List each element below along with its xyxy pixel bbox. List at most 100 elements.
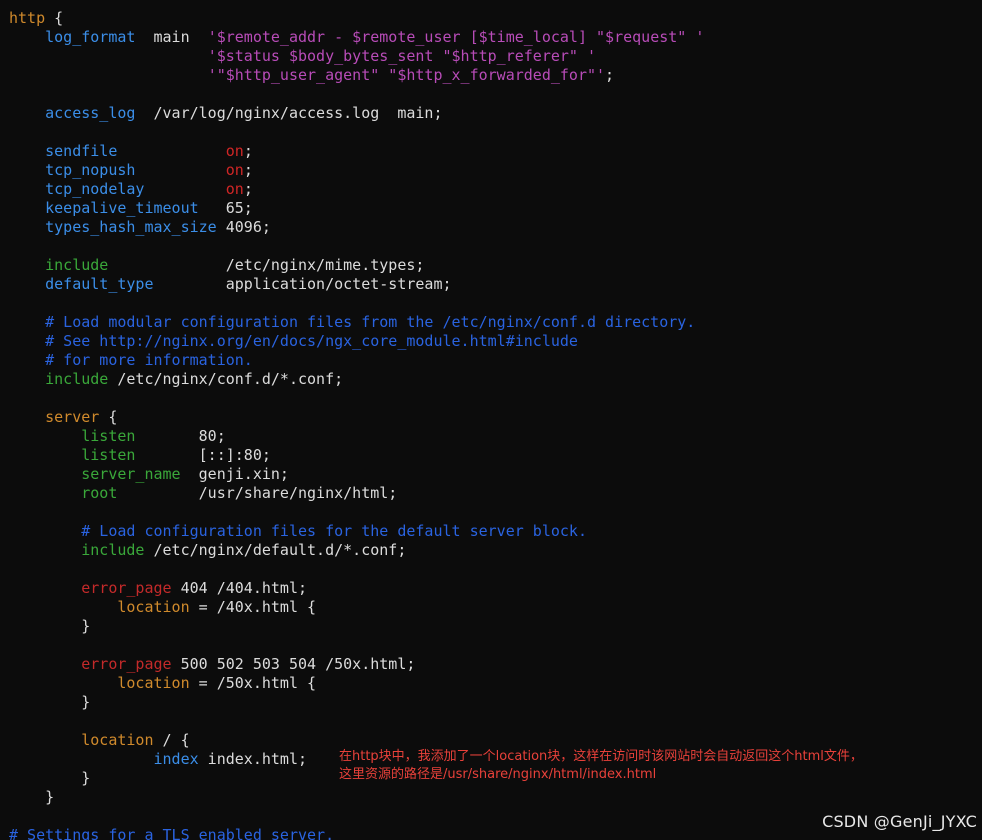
code-line: server_name genji.xin;: [9, 465, 704, 484]
code-line: # See http://nginx.org/en/docs/ngx_core_…: [9, 332, 704, 351]
code-line: root /usr/share/nginx/html;: [9, 484, 704, 503]
code-token: application/octet-stream;: [153, 275, 452, 293]
terminal-window: http { log_format main '$remote_addr - $…: [0, 0, 982, 840]
code-token: /var/log/nginx/access.log main;: [135, 104, 443, 122]
code-line: include /etc/nginx/default.d/*.conf;: [9, 541, 704, 560]
code-token: ;: [243, 180, 253, 198]
code-token: on: [225, 161, 244, 179]
code-token: include: [81, 541, 145, 559]
code-token: ;: [243, 161, 253, 179]
code-token: location: [117, 674, 190, 692]
code-line: keepalive_timeout 65;: [9, 199, 704, 218]
code-token: /etc/nginx/default.d/*.conf;: [144, 541, 407, 559]
code-token: access_log: [45, 104, 136, 122]
code-token: '$status $body_bytes_sent "$http_referer…: [207, 47, 597, 65]
code-token: 404 /404.html;: [171, 579, 308, 597]
code-token: '"$http_user_agent" "$http_x_forwarded_f…: [207, 66, 606, 84]
code-line: http {: [9, 9, 704, 28]
code-line: log_format main '$remote_addr - $remote_…: [9, 28, 704, 47]
code-token: ;: [605, 66, 615, 84]
code-line: }: [9, 788, 704, 807]
code-line: }: [9, 617, 704, 636]
code-token: 65;: [198, 199, 253, 217]
annotation-line-1: 在http块中，我添加了一个location块，这样在访问时该网站时会自动返回这…: [339, 749, 863, 764]
red-annotation: 在http块中，我添加了一个location块，这样在访问时该网站时会自动返回这…: [339, 748, 863, 784]
code-token: / {: [153, 731, 190, 749]
code-token: log_format: [45, 28, 136, 46]
code-token: on: [225, 180, 244, 198]
code-token: # See http://nginx.org/en/docs/ngx_core_…: [45, 332, 578, 350]
code-line: tcp_nodelay on;: [9, 180, 704, 199]
code-token: http: [9, 9, 46, 27]
code-token: # Settings for a TLS enabled server.: [9, 826, 335, 840]
code-token: listen: [81, 427, 136, 445]
csdn-watermark: CSDN @GenJi_JYXC: [822, 812, 977, 831]
code-line: '"$http_user_agent" "$http_x_forwarded_f…: [9, 66, 704, 85]
code-token: root: [81, 484, 118, 502]
code-line: access_log /var/log/nginx/access.log mai…: [9, 104, 704, 123]
code-token: main: [135, 28, 208, 46]
code-token: include: [45, 256, 109, 274]
code-line: # Load configuration files for the defau…: [9, 522, 704, 541]
code-line: include /etc/nginx/conf.d/*.conf;: [9, 370, 704, 389]
code-token: /usr/share/nginx/html;: [117, 484, 398, 502]
code-token: types_hash_max_size: [45, 218, 217, 236]
nginx-config-code: http { log_format main '$remote_addr - $…: [9, 9, 704, 840]
code-token: /etc/nginx/mime.types;: [108, 256, 425, 274]
code-token: }: [9, 693, 91, 711]
code-token: }: [9, 617, 91, 635]
code-line: # for more information.: [9, 351, 704, 370]
code-token: tcp_nodelay: [45, 180, 145, 198]
code-token: ;: [243, 142, 253, 160]
code-token: location: [81, 731, 154, 749]
code-token: error_page: [81, 655, 172, 673]
code-line: listen 80;: [9, 427, 704, 446]
code-token: = /40x.html {: [189, 598, 317, 616]
code-token: location: [117, 598, 190, 616]
code-token: # Load modular configuration files from …: [45, 313, 696, 331]
code-token: error_page: [81, 579, 172, 597]
code-line: tcp_nopush on;: [9, 161, 704, 180]
code-line: sendfile on;: [9, 142, 704, 161]
code-token: index: [153, 750, 199, 768]
code-token: # Load configuration files for the defau…: [81, 522, 587, 540]
code-token: {: [45, 9, 64, 27]
code-token: = /50x.html {: [189, 674, 317, 692]
code-line: listen [::]:80;: [9, 446, 704, 465]
code-line: location = /40x.html {: [9, 598, 704, 617]
code-token: /etc/nginx/conf.d/*.conf;: [108, 370, 344, 388]
